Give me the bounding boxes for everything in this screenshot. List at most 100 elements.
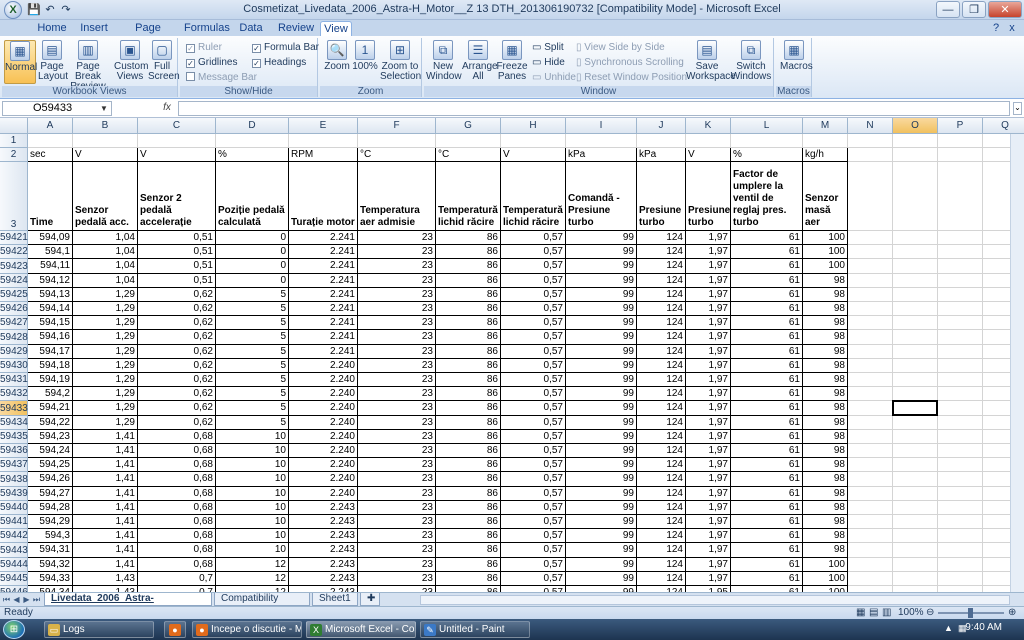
cell-k[interactable]: 1,97 xyxy=(686,288,731,302)
row-header[interactable]: 59428 xyxy=(0,330,28,345)
cell-d[interactable]: 5 xyxy=(216,330,289,345)
cell-c[interactable]: 0,68 xyxy=(138,543,216,558)
cell-c[interactable]: 0,62 xyxy=(138,345,216,359)
cell-c[interactable]: 0,51 xyxy=(138,259,216,274)
cell-f[interactable]: 23 xyxy=(358,373,436,387)
cell-j[interactable] xyxy=(637,134,686,148)
sheet-tab-sheet1[interactable]: Sheet1 xyxy=(312,593,358,606)
cell-i[interactable]: 99 xyxy=(566,572,637,586)
cell-n[interactable] xyxy=(848,302,893,316)
cell-l[interactable]: 61 xyxy=(731,515,803,529)
cell-b[interactable]: 1,29 xyxy=(73,345,138,359)
cell-g[interactable]: 86 xyxy=(436,259,501,274)
cell-m[interactable]: 98 xyxy=(803,430,848,444)
cell-n[interactable] xyxy=(848,472,893,487)
cell-m[interactable]: 98 xyxy=(803,359,848,373)
cell-f[interactable]: 23 xyxy=(358,302,436,316)
cell-l[interactable]: 61 xyxy=(731,359,803,373)
normal-view-button[interactable]: ▦ Normal xyxy=(4,40,37,84)
zoom-out-icon[interactable]: ⊖ xyxy=(926,607,934,619)
cell-k[interactable]: 1,97 xyxy=(686,430,731,444)
cell-e[interactable]: 2.241 xyxy=(289,316,358,330)
cell-k[interactable]: 1,97 xyxy=(686,359,731,373)
cell-l[interactable]: 61 xyxy=(731,472,803,487)
insert-sheet-icon[interactable]: ✚ xyxy=(360,593,380,606)
cell-h[interactable]: 0,57 xyxy=(501,515,566,529)
cell-h[interactable]: 0,57 xyxy=(501,359,566,373)
cell-j[interactable]: 124 xyxy=(637,231,686,245)
cell-e[interactable]: 2.241 xyxy=(289,245,358,259)
cell-e[interactable]: 2.243 xyxy=(289,572,358,586)
cell-d[interactable]: 5 xyxy=(216,288,289,302)
cell-n[interactable] xyxy=(848,134,893,148)
column-header-c[interactable]: C xyxy=(138,118,216,134)
cell-m[interactable]: 98 xyxy=(803,543,848,558)
cell-d[interactable]: 5 xyxy=(216,387,289,401)
cell-j[interactable]: 124 xyxy=(637,274,686,288)
cell-f[interactable]: 23 xyxy=(358,487,436,501)
cell-b[interactable]: 1,29 xyxy=(73,288,138,302)
cell-c[interactable]: 0,68 xyxy=(138,501,216,515)
cell-h[interactable]: 0,57 xyxy=(501,416,566,430)
cell-m[interactable]: 100 xyxy=(803,558,848,572)
cell-l[interactable]: 61 xyxy=(731,245,803,259)
cell-c[interactable]: 0,62 xyxy=(138,401,216,416)
row-header[interactable]: 59442 xyxy=(0,529,28,543)
cell-m[interactable] xyxy=(803,134,848,148)
tab-page-layout[interactable]: Page Layout xyxy=(120,21,176,48)
cell-m[interactable]: 98 xyxy=(803,387,848,401)
cell-o[interactable] xyxy=(893,558,938,572)
cell-a[interactable]: 594,23 xyxy=(28,430,73,444)
cell-d[interactable]: 10 xyxy=(216,529,289,543)
cell-h[interactable]: 0,57 xyxy=(501,245,566,259)
cell-i[interactable]: 99 xyxy=(566,430,637,444)
cell-g[interactable]: Temperatură lichid răcire xyxy=(436,162,501,231)
taskbar-item-paint[interactable]: ✎ Untitled - Paint xyxy=(420,621,530,638)
clock[interactable]: 9:40 AM xyxy=(965,622,1002,633)
zoom-slider-thumb[interactable] xyxy=(968,608,973,618)
cell-f[interactable]: 23 xyxy=(358,416,436,430)
cell-p[interactable] xyxy=(938,274,983,288)
cell-f[interactable]: 23 xyxy=(358,529,436,543)
cell-c[interactable]: 0,62 xyxy=(138,330,216,345)
cell-i[interactable]: 99 xyxy=(566,302,637,316)
cell-l[interactable]: Factor de umplere la ventil de reglaj pr… xyxy=(731,162,803,231)
custom-views-button[interactable]: ▣ Custom Views xyxy=(114,40,148,82)
cell-m[interactable]: kg/h xyxy=(803,148,848,162)
cell-g[interactable]: 86 xyxy=(436,401,501,416)
cell-m[interactable]: 98 xyxy=(803,288,848,302)
cell-j[interactable]: 124 xyxy=(637,259,686,274)
cell-n[interactable] xyxy=(848,373,893,387)
cell-l[interactable]: 61 xyxy=(731,529,803,543)
zoom-to-selection-button[interactable]: ⊞ Zoom to Selection xyxy=(380,40,421,82)
cell-j[interactable]: 124 xyxy=(637,245,686,259)
cell-p[interactable] xyxy=(938,316,983,330)
row-header[interactable]: 59424 xyxy=(0,274,28,288)
cell-m[interactable]: 98 xyxy=(803,529,848,543)
cell-a[interactable]: 594,3 xyxy=(28,529,73,543)
cell-i[interactable]: 99 xyxy=(566,288,637,302)
cell-o[interactable] xyxy=(893,148,938,162)
column-header-j[interactable]: J xyxy=(637,118,686,134)
cell-l[interactable]: 61 xyxy=(731,416,803,430)
unhide-button[interactable]: ▭ Unhide xyxy=(532,72,576,83)
cell-p[interactable] xyxy=(938,401,983,416)
column-header-a[interactable]: A xyxy=(28,118,73,134)
cell-e[interactable]: 2.243 xyxy=(289,529,358,543)
cell-e[interactable]: 2.240 xyxy=(289,444,358,458)
cell-h[interactable]: 0,57 xyxy=(501,444,566,458)
cell-f[interactable]: 23 xyxy=(358,259,436,274)
row-header[interactable]: 59434 xyxy=(0,416,28,430)
cell-j[interactable]: 124 xyxy=(637,487,686,501)
switch-windows-button[interactable]: ⧉ Switch Windows xyxy=(730,40,772,82)
column-header-k[interactable]: K xyxy=(686,118,731,134)
cell-k[interactable]: 1,97 xyxy=(686,572,731,586)
cell-g[interactable]: 86 xyxy=(436,572,501,586)
cell-m[interactable]: 98 xyxy=(803,472,848,487)
first-sheet-icon[interactable]: ⏮ xyxy=(2,594,11,605)
cell-e[interactable]: 2.243 xyxy=(289,558,358,572)
cell-b[interactable]: 1,04 xyxy=(73,274,138,288)
cell-k[interactable]: 1,97 xyxy=(686,345,731,359)
cell-i[interactable]: 99 xyxy=(566,231,637,245)
cell-j[interactable]: 124 xyxy=(637,416,686,430)
